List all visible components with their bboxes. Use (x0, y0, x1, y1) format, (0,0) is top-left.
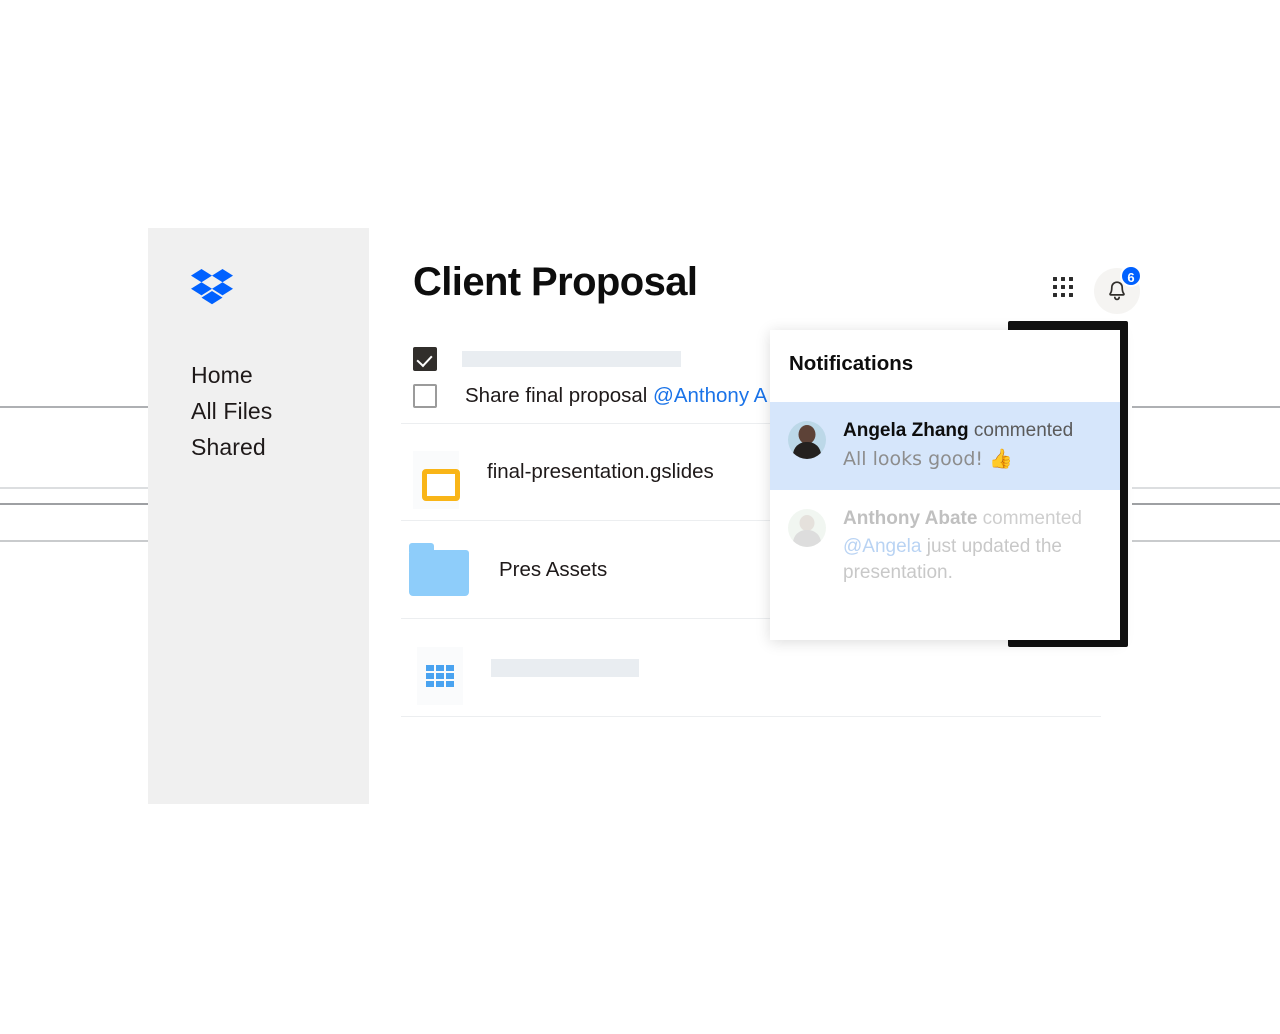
notification-item[interactable]: Angela Zhang commented All looks good! 👍 (770, 402, 1120, 490)
avatar-angela-zhang (788, 421, 826, 459)
notification-headline: Angela Zhang commented (843, 418, 1102, 443)
file-icon-wrap (413, 443, 460, 509)
screenshot-stage: Home All Files Shared Client Proposal 6 (0, 0, 1280, 1034)
notification-actor: Anthony Abate (843, 508, 978, 529)
file-name: final-presentation.gslides (487, 460, 714, 483)
page-title: Client Proposal (413, 260, 698, 304)
folder-icon (409, 542, 469, 596)
avatar-anthony-abate (788, 509, 826, 547)
notification-action: commented (977, 508, 1082, 529)
task-checkbox-checked[interactable] (413, 346, 437, 371)
task-placeholder-bar (462, 350, 681, 367)
file-name: Pres Assets (499, 557, 608, 581)
grid-apps-icon[interactable] (1053, 277, 1077, 301)
sidebar-item-home[interactable]: Home (191, 357, 351, 393)
task-mention[interactable]: @Anthony A (653, 384, 767, 407)
notification-body: Angela Zhang commented All looks good! 👍 (843, 418, 1102, 472)
task-label-text: Share final proposal (465, 383, 654, 407)
sidebar: Home All Files Shared (148, 228, 369, 804)
sidebar-nav: Home All Files Shared (191, 357, 351, 465)
notification-actor: Angela Zhang (843, 420, 969, 441)
notifications-title: Notifications (789, 352, 914, 375)
notification-mention[interactable]: @Angela (843, 536, 921, 557)
notification-action: commented (968, 420, 1074, 441)
notification-badge-count: 6 (1120, 265, 1142, 287)
sidebar-item-shared[interactable]: Shared (191, 429, 351, 465)
notification-headline: Anthony Abate commented (843, 506, 1102, 531)
google-slides-icon (413, 451, 460, 509)
notifications-bell-button[interactable]: 6 (1094, 265, 1142, 314)
sidebar-item-all-files[interactable]: All Files (191, 393, 351, 429)
file-icon-wrap (409, 541, 469, 599)
notification-body: Anthony Abate commented @Angela just upd… (843, 506, 1102, 586)
file-placeholder-bar (491, 658, 639, 677)
notifications-list: Angela Zhang commented All looks good! 👍… (770, 402, 1120, 604)
notifications-popover: Notifications Angela Zhang commented All… (770, 330, 1120, 640)
notification-message: All looks good! 👍 (843, 448, 1013, 470)
notification-item[interactable]: Anthony Abate commented @Angela just upd… (770, 490, 1120, 604)
task-label: Share final proposal @Anthony A (465, 384, 767, 408)
task-checkbox-unchecked[interactable] (413, 383, 437, 408)
file-icon-wrap (413, 639, 463, 705)
header-actions: 6 (1053, 265, 1173, 314)
notification-message: @Angela just updated the presentation. (843, 534, 1102, 586)
google-sheets-icon (417, 646, 463, 705)
dropbox-logo[interactable] (191, 269, 233, 307)
